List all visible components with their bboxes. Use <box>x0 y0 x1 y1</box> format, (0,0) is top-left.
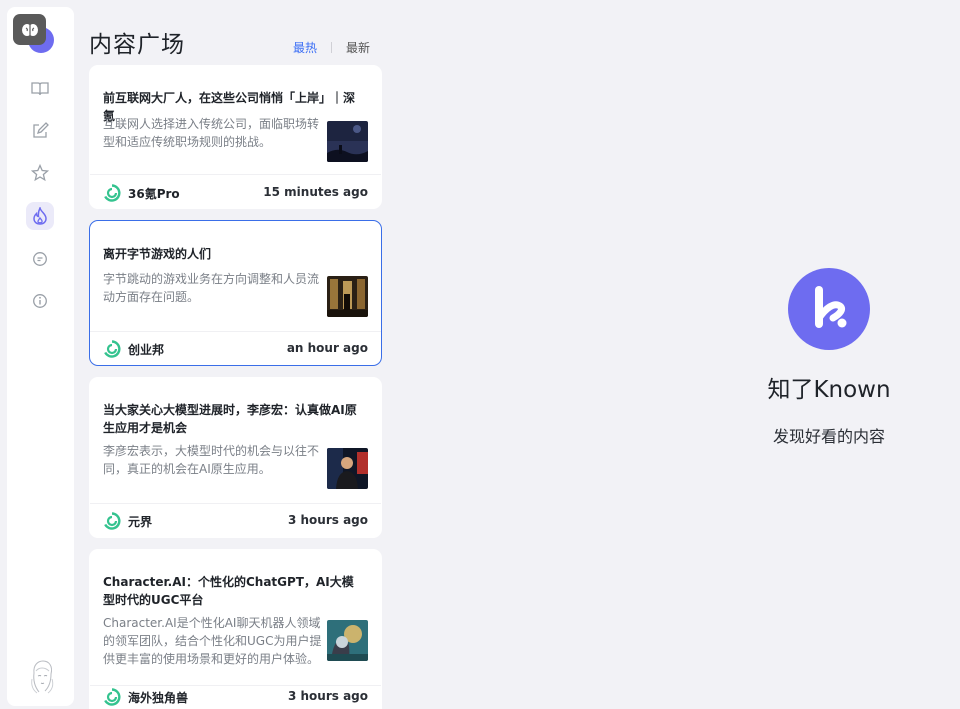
tab-latest[interactable]: 最新 <box>346 39 370 56</box>
tab-hot[interactable]: 最热 <box>293 39 317 56</box>
brand-tagline: 发现好看的内容 <box>772 427 885 446</box>
sidebar <box>7 7 74 706</box>
article-title[interactable]: 当大家关心大模型进展时，李彦宏：认真做AI原生应用才是机会 <box>103 401 363 437</box>
tab-divider <box>330 42 332 53</box>
article-title[interactable]: 离开字节游戏的人们 <box>103 245 363 263</box>
article-card[interactable]: Character.AI：个性化的ChatGPT，AI大模型时代的UGC平台 C… <box>89 549 382 709</box>
source-name: 创业邦 <box>128 342 165 357</box>
sort-tabs: 最热 最新 <box>293 39 370 56</box>
source-logo-icon <box>104 688 121 706</box>
article-source[interactable]: 创业邦 <box>103 340 164 358</box>
article-time: 3 hours ago <box>287 689 368 703</box>
article-card[interactable]: 离开字节游戏的人们 字节跳动的游戏业务在方向调整和人员流动方面存在问题。 创业邦… <box>89 220 382 366</box>
source-name: 元界 <box>128 514 153 529</box>
known-logo-icon <box>788 268 870 350</box>
source-logo-icon <box>104 340 121 358</box>
article-summary: Character.AI是个性化AI聊天机器人领域的领军团队，结合个性化和UGC… <box>103 616 322 666</box>
robot-face-image <box>327 620 368 661</box>
card-divider <box>90 174 381 175</box>
corridor-image <box>327 276 368 317</box>
nav-item-favorites[interactable] <box>26 159 54 187</box>
source-logo-icon <box>104 184 121 202</box>
feed-header: 内容广场 最热 最新 <box>88 22 384 62</box>
article-source[interactable]: 36氪Pro <box>103 184 180 202</box>
speaker-image <box>327 448 368 489</box>
article-source[interactable]: 元界 <box>103 512 152 530</box>
card-divider <box>90 331 381 332</box>
article-card[interactable]: 前互联网大厂人，在这些公司悄悄「上岸」｜深氪 互联网人选择进入传统公司，面临职场… <box>89 65 382 209</box>
nav-item-messages[interactable] <box>26 245 54 273</box>
source-name: 海外独角兽 <box>128 690 189 705</box>
reading-pane: 知了Known 发现好看的内容 <box>384 0 960 709</box>
night-sky-image <box>327 121 368 162</box>
nav-item-write[interactable] <box>26 117 54 145</box>
star-icon <box>31 164 49 182</box>
article-time: 15 minutes ago <box>263 185 368 199</box>
nav-item-read[interactable] <box>26 75 54 103</box>
article-time: an hour ago <box>286 341 368 355</box>
article-source[interactable]: 海外独角兽 <box>103 688 188 706</box>
fire-icon <box>33 207 47 225</box>
card-divider <box>90 503 381 504</box>
article-time: 3 hours ago <box>287 513 368 527</box>
article-summary: 互联网人选择进入传统公司，面临职场转型和适应传统职场规则的挑战。 <box>103 117 320 149</box>
user-avatar[interactable] <box>28 659 56 695</box>
article-card[interactable]: 当大家关心大模型进展时，李彦宏：认真做AI原生应用才是机会 李彦宏表示，大模型时… <box>89 377 382 538</box>
book-icon <box>31 82 49 96</box>
card-divider <box>90 685 381 686</box>
article-title[interactable]: Character.AI：个性化的ChatGPT，AI大模型时代的UGC平台 <box>103 573 363 609</box>
source-logo-icon <box>104 512 121 530</box>
article-summary: 李彦宏表示，大模型时代的机会与以往不同，真正的机会在AI原生应用。 <box>103 444 320 476</box>
brain-icon[interactable] <box>13 14 46 45</box>
content-feed: 内容广场 最热 最新 前互联网大厂人，在这些公司悄悄「上岸」｜深氪 互联网人选择… <box>88 0 384 709</box>
article-summary: 字节跳动的游戏业务在方向调整和人员流动方面存在问题。 <box>103 272 320 304</box>
source-name: 36氪Pro <box>128 186 180 201</box>
info-icon <box>33 294 47 308</box>
chat-icon <box>33 252 47 266</box>
edit-icon <box>33 122 49 138</box>
nav-item-about[interactable] <box>26 287 54 315</box>
nav-item-plaza[interactable] <box>26 202 54 230</box>
brand-name: 知了Known <box>767 377 891 403</box>
page-title: 内容广场 <box>89 32 185 58</box>
app-window: 内容广场 最热 最新 前互联网大厂人，在这些公司悄悄「上岸」｜深氪 互联网人选择… <box>0 0 960 709</box>
